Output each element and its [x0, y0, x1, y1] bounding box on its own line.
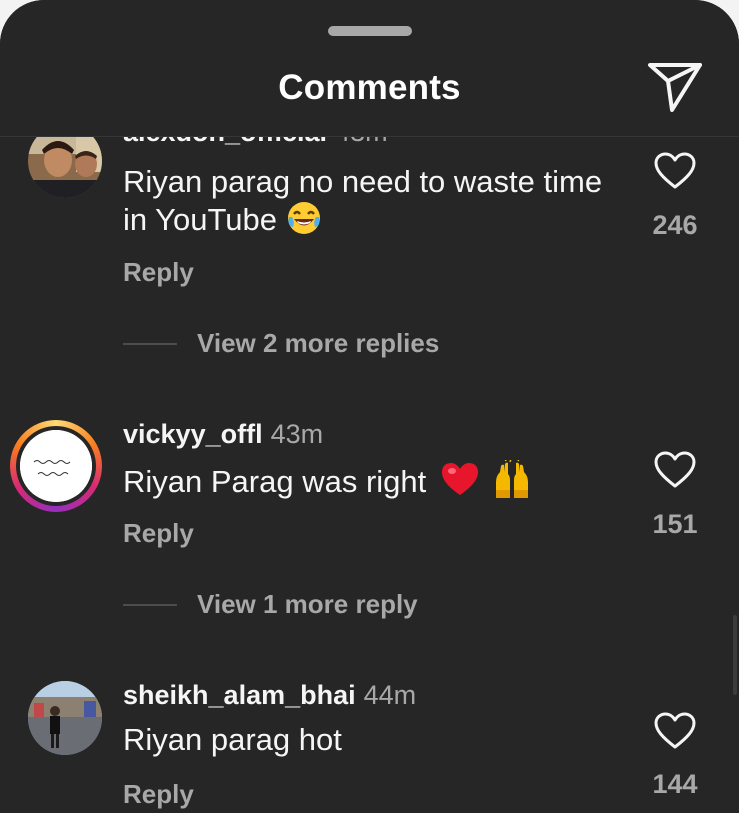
- comment-body: Riyan parag hot: [123, 722, 342, 757]
- like-button[interactable]: [654, 152, 696, 190]
- comment-text: Riyan Parag was right: [123, 458, 603, 508]
- reply-button[interactable]: Reply: [123, 518, 194, 549]
- scrollbar[interactable]: [733, 615, 737, 695]
- avatar[interactable]: [28, 681, 102, 755]
- heart-icon: [654, 451, 696, 488]
- send-icon: [648, 63, 702, 112]
- red-heart-emoji: [441, 462, 479, 506]
- comment-meta: sheikh_alam_bhai 44m: [123, 680, 416, 711]
- comments-sheet: alexdon_official43m Riyan parag no need …: [0, 0, 739, 813]
- share-button[interactable]: [646, 60, 704, 114]
- reply-button[interactable]: Reply: [123, 257, 194, 288]
- comments-header: Comments: [0, 0, 739, 137]
- heart-icon: [654, 152, 696, 189]
- avatar[interactable]: [10, 420, 102, 512]
- comment-time: 44m: [363, 680, 417, 710]
- comment-username[interactable]: vickyy_offl: [123, 419, 263, 449]
- comment-time: 43m: [270, 419, 324, 449]
- laughing-tears-emoji: [286, 200, 322, 244]
- avatar-image: [20, 430, 92, 502]
- view-replies-label: View 2 more replies: [197, 328, 440, 358]
- comment-meta: vickyy_offl 43m: [123, 419, 323, 450]
- comment-body: Riyan parag no need to waste time in You…: [123, 164, 603, 238]
- comment-username[interactable]: sheikh_alam_bhai: [123, 680, 356, 710]
- view-replies-divider: [123, 343, 177, 345]
- like-count: 246: [652, 210, 698, 240]
- comment-text: Riyan parag hot: [123, 721, 603, 758]
- raised-hands-emoji: [492, 458, 532, 508]
- view-replies-divider: [123, 604, 177, 606]
- comment-text: Riyan parag no need to waste time in You…: [123, 163, 603, 244]
- like-button[interactable]: [654, 451, 696, 489]
- comment-body: Riyan Parag was right: [123, 464, 427, 500]
- page-title: Comments: [278, 68, 461, 107]
- like-count: 144: [652, 769, 698, 799]
- view-replies-label: View 1 more reply: [197, 589, 418, 619]
- reply-button[interactable]: Reply: [123, 779, 194, 810]
- heart-icon: [654, 712, 696, 749]
- like-count: 151: [652, 509, 698, 539]
- drag-handle[interactable]: [328, 26, 412, 36]
- like-button[interactable]: [654, 712, 696, 750]
